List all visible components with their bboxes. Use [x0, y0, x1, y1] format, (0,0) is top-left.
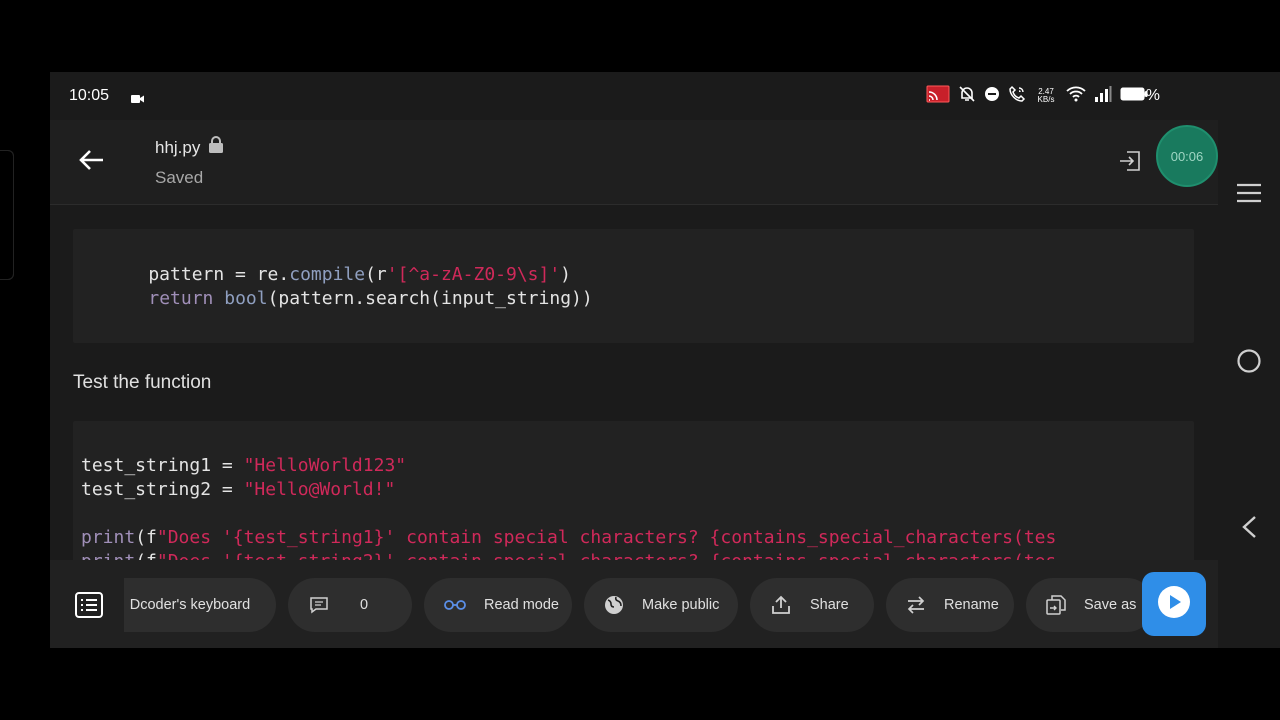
code-line: print(f"Does '{test_string1}' contain sp… [81, 526, 1056, 550]
app-header: hhj.py Saved 00:06 [50, 120, 1218, 205]
code-token: print [81, 527, 136, 548]
read-mode-label: Read mode [484, 597, 559, 613]
code-block-1[interactable]: pattern = re.compile(r'[^a-zA-Z0-9\s]') … [73, 229, 1194, 343]
left-bezel-overlay [0, 150, 14, 280]
share-icon [770, 594, 792, 616]
run-button[interactable] [1142, 572, 1206, 636]
bottom-toolbar: Dcoder's keyboard 0 Read mode Make publi… [50, 560, 1218, 648]
code-token: (f [135, 527, 157, 548]
code-token: (f [135, 551, 157, 560]
code-token: compile [289, 264, 366, 285]
toolbar-scroll[interactable]: Dcoder's keyboard 0 Read mode Make publi… [60, 576, 1154, 634]
code-token: ) [560, 264, 572, 285]
code-token: "HelloWorld123" [243, 455, 407, 476]
keyboard-list-icon[interactable] [60, 576, 118, 634]
signal-icon [1094, 85, 1112, 107]
comments-count: 0 [360, 597, 369, 613]
code-line: return bool(pattern.search(input_string)… [105, 287, 593, 311]
make-public-button[interactable]: Make public [584, 578, 738, 632]
swap-arrows-icon [906, 594, 926, 616]
make-public-label: Make public [642, 597, 720, 613]
wifi-icon [1066, 86, 1086, 107]
cast-icon [926, 85, 950, 108]
save-status: Saved [155, 168, 204, 187]
code-token: test_string1 = [81, 455, 244, 476]
back-arrow-icon[interactable] [77, 146, 105, 174]
menu-icon[interactable] [1235, 182, 1263, 209]
code-token: "Hello@World!" [243, 479, 396, 500]
dcoder-keyboard-button[interactable]: Dcoder's keyboard [124, 578, 276, 632]
file-name: hhj.py [155, 137, 201, 157]
home-circle-icon[interactable] [1236, 348, 1262, 379]
save-as-label: Save as [1084, 597, 1137, 613]
lock-icon [208, 136, 224, 159]
battery-percent: 89% [1128, 87, 1161, 104]
code-token: print [81, 551, 135, 560]
code-token: "Does '{test_string1}' contain special c… [156, 527, 1057, 548]
code-token: (pattern.search(input_string)) [267, 288, 593, 309]
code-token: (r [365, 264, 387, 285]
camera-icon [131, 91, 145, 109]
code-token: return [148, 288, 214, 309]
code-line: test_string2 = "Hello@World!" [81, 478, 395, 502]
phone-screen: 10:05 2.47 KB/s 89% hhj.py Saved 00:06 p… [50, 72, 1280, 648]
rename-label: Rename [944, 597, 999, 613]
globe-icon [604, 594, 624, 616]
rename-button[interactable]: Rename [886, 578, 1014, 632]
nav-back-icon[interactable] [1240, 515, 1258, 544]
system-nav-bar [1218, 72, 1280, 648]
section-heading: Test the function [73, 372, 212, 393]
status-bar: 10:05 2.47 KB/s 89% [50, 72, 1280, 120]
share-label: Share [810, 597, 849, 613]
dnd-icon [984, 86, 1000, 107]
code-token: bool [224, 288, 268, 309]
net-speed-unit: KB/s [1037, 95, 1055, 104]
status-clock: 10:05 [69, 87, 110, 104]
code-line: pattern = re.compile(r'[^a-zA-Z0-9\s]') [105, 263, 571, 287]
code-line: test_string1 = "HelloWorld123" [81, 454, 406, 478]
code-token: "Does '{test_string2}' contain special c… [157, 551, 1056, 560]
save-as-icon [1046, 594, 1066, 616]
status-icons: 2.47 KB/s [926, 85, 1148, 107]
code-line: print(f"Does '{test_string2}' contain sp… [81, 550, 1056, 560]
timer-text: 00:06 [1170, 148, 1204, 164]
share-button[interactable]: Share [750, 578, 874, 632]
comments-button[interactable]: 0 [288, 578, 412, 632]
exit-icon[interactable] [1118, 149, 1142, 173]
comment-icon [308, 594, 330, 616]
save-as-button[interactable]: Save as [1026, 578, 1154, 632]
dcoder-keyboard-label: Dcoder's keyboard [129, 597, 251, 613]
net-speed: 2.47 KB/s [1034, 88, 1058, 104]
call-icon [1008, 85, 1026, 108]
code-token: test_string2 = [81, 479, 244, 500]
glasses-icon [444, 594, 466, 616]
editor-content[interactable]: pattern = re.compile(r'[^a-zA-Z0-9\s]') … [50, 205, 1218, 560]
recording-timer[interactable]: 00:06 [1156, 125, 1218, 187]
code-token: '[^a-zA-Z0-9\s]' [386, 264, 561, 285]
code-block-2[interactable]: test_string1 = "HelloWorld123" test_strin… [73, 421, 1194, 560]
bell-off-icon [958, 85, 976, 108]
read-mode-button[interactable]: Read mode [424, 578, 572, 632]
play-icon [1157, 585, 1191, 624]
file-title[interactable]: hhj.py [155, 136, 224, 159]
code-token: pattern = re. [105, 264, 290, 285]
